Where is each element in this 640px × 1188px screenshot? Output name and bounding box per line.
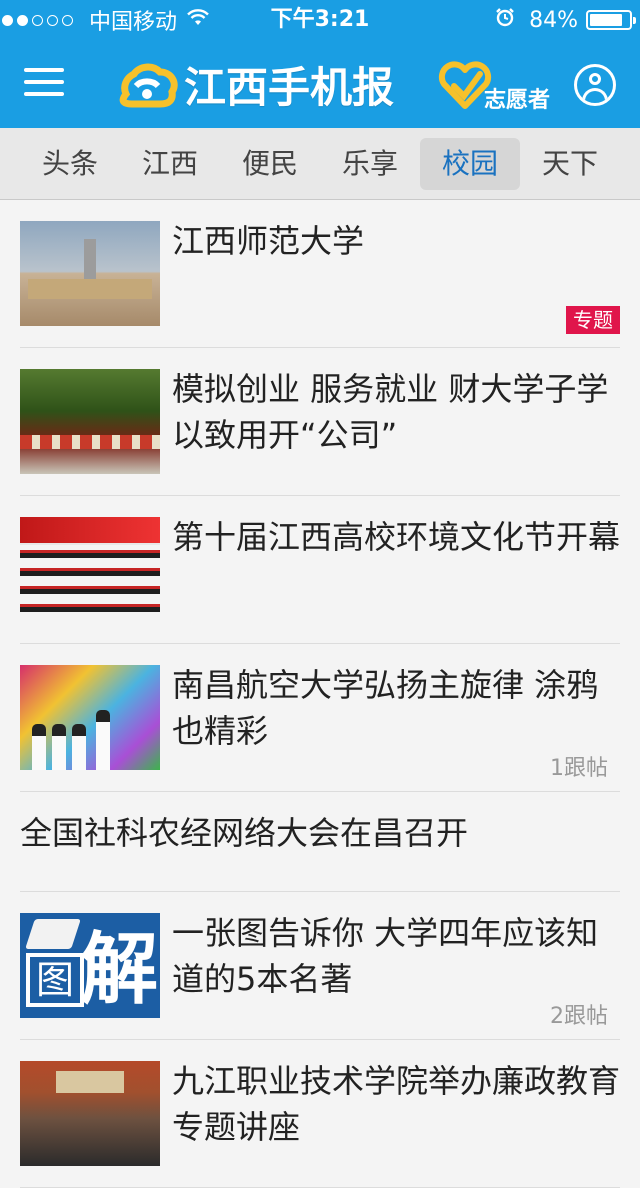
news-thumbnail <box>20 517 160 622</box>
status-bar: 中国移动 下午3:21 84% <box>0 0 640 40</box>
volunteer-label: 志愿者 <box>484 88 551 113</box>
thumbnail-char-tu: 图 <box>26 953 84 1007</box>
tab-toutiao[interactable]: 头条 <box>20 138 120 190</box>
topic-badge: 专题 <box>566 306 620 334</box>
tab-lexiang[interactable]: 乐享 <box>320 138 420 190</box>
reply-count: 1跟帖 <box>550 756 608 781</box>
news-list: 江西师范大学 专题 模拟创业 服务就业 财大学子学以致用开“公司” 第十届江西高… <box>0 200 640 1188</box>
news-item[interactable]: 九江职业技术学院举办廉政教育专题讲座 <box>0 1040 640 1188</box>
app-header: 江西手机报 志愿者 <box>0 40 640 128</box>
app-logo: 江西手机报 <box>112 52 394 116</box>
news-title[interactable]: 江西师范大学 <box>172 218 620 264</box>
alarm-icon <box>495 7 515 33</box>
tab-bianmin[interactable]: 便民 <box>220 138 320 190</box>
news-title[interactable]: 模拟创业 服务就业 财大学子学以致用开“公司” <box>172 366 620 458</box>
user-profile-button[interactable] <box>574 64 616 106</box>
logo-signal-icon <box>119 63 178 108</box>
user-icon <box>589 73 601 85</box>
reply-count: 2跟帖 <box>550 1004 608 1029</box>
volunteer-button[interactable]: 志愿者 <box>436 54 556 114</box>
logo-text: 江西手机报 <box>184 62 395 112</box>
news-title[interactable]: 第十届江西高校环境文化节开幕 <box>172 514 620 560</box>
news-item[interactable]: 图 解 一张图告诉你 大学四年应该知道的5本名著 2跟帖 <box>0 892 640 1040</box>
tab-jiangxi[interactable]: 江西 <box>120 138 220 190</box>
news-item[interactable]: 全国社科农经网络大会在昌召开 <box>0 792 640 892</box>
news-thumbnail <box>20 1061 160 1166</box>
news-thumbnail <box>20 665 160 770</box>
news-title[interactable]: 南昌航空大学弘扬主旋律 涂鸦也精彩 <box>172 662 620 754</box>
news-item[interactable]: 第十届江西高校环境文化节开幕 <box>0 496 640 644</box>
battery-percentage: 84% <box>529 7 578 33</box>
news-thumbnail <box>20 221 160 326</box>
news-thumbnail <box>20 369 160 474</box>
news-title[interactable]: 一张图告诉你 大学四年应该知道的5本名著 <box>172 910 620 1002</box>
news-title[interactable]: 九江职业技术学院举办廉政教育专题讲座 <box>172 1058 620 1150</box>
news-item[interactable]: 江西师范大学 专题 <box>0 200 640 348</box>
category-tabs: 头条 江西 便民 乐享 校园 天下 <box>0 128 640 200</box>
thumbnail-char-jie: 解 <box>80 925 159 1015</box>
news-title[interactable]: 全国社科农经网络大会在昌召开 <box>20 810 620 856</box>
battery-icon <box>586 10 636 30</box>
tab-tianxia[interactable]: 天下 <box>520 138 620 190</box>
hamburger-icon <box>24 68 64 72</box>
news-item[interactable]: 模拟创业 服务就业 财大学子学以致用开“公司” <box>0 348 640 496</box>
news-item[interactable]: 南昌航空大学弘扬主旋律 涂鸦也精彩 1跟帖 <box>0 644 640 792</box>
menu-button[interactable] <box>24 68 64 100</box>
tab-xiaoyuan[interactable]: 校园 <box>420 137 520 190</box>
news-thumbnail: 图 解 <box>20 913 160 1018</box>
